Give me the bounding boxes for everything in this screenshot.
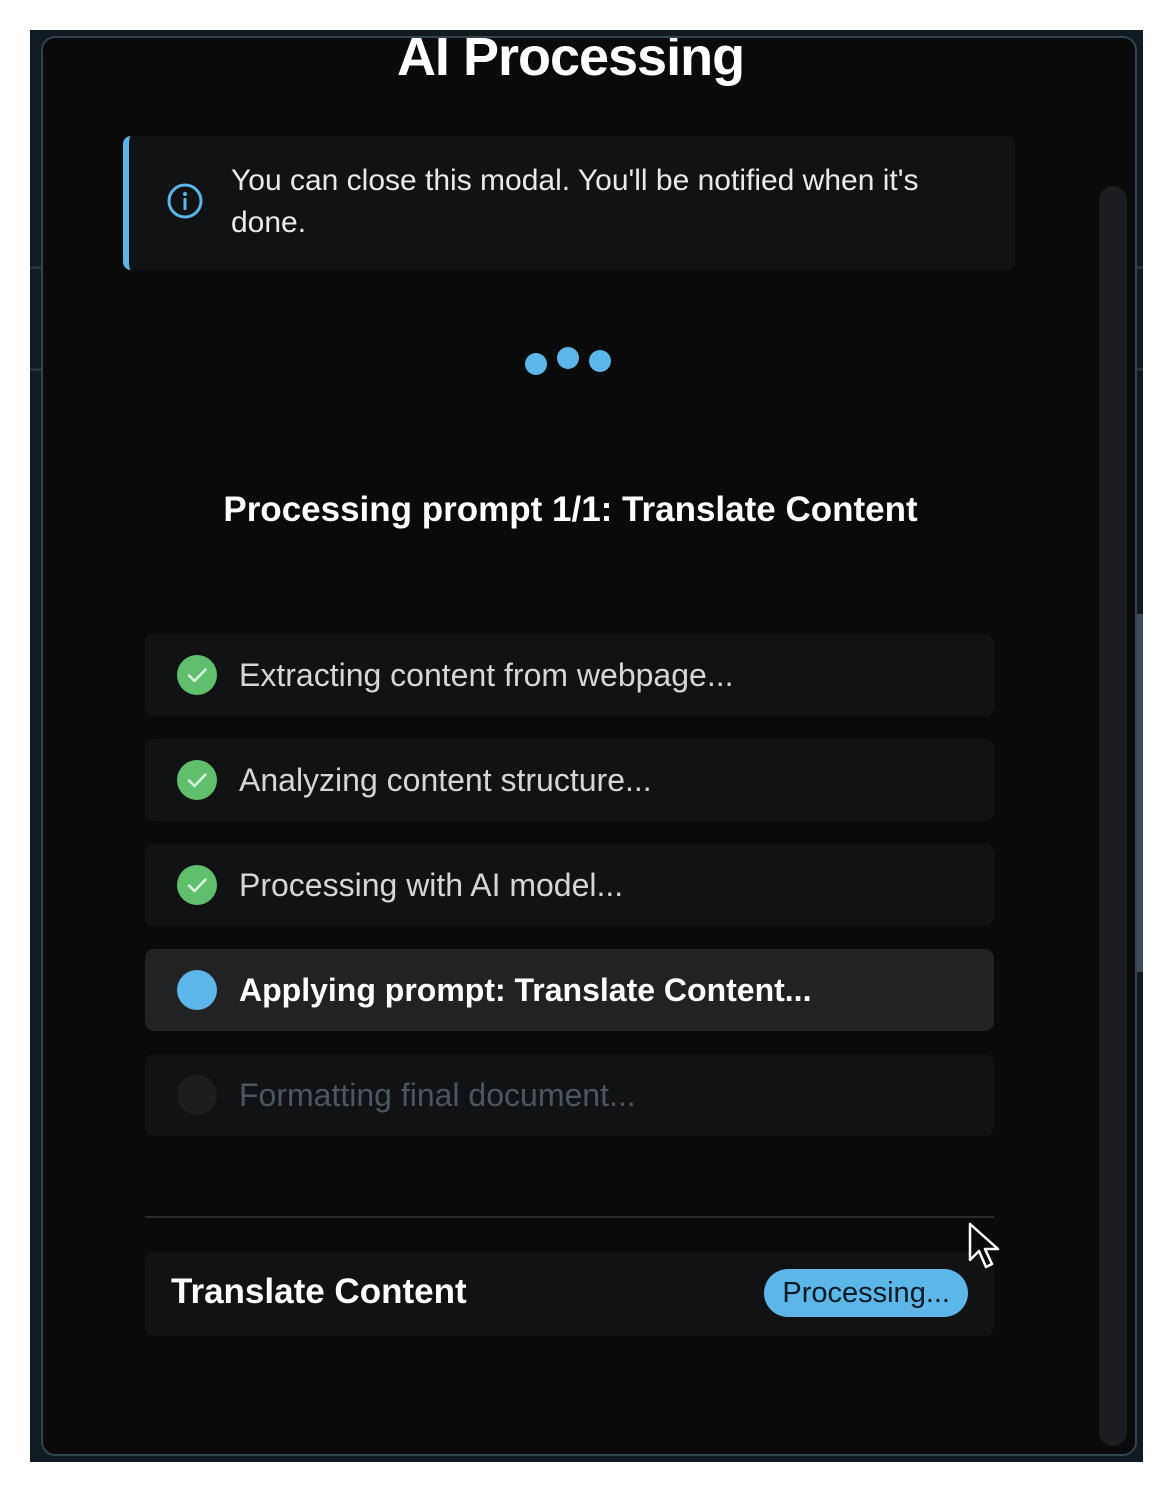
check-icon xyxy=(177,655,217,695)
modal-title: AI Processing xyxy=(396,36,745,87)
status-heading: Processing prompt 1/1: Translate Content xyxy=(223,490,918,529)
step-item: Analyzing content structure... xyxy=(145,739,994,821)
step-label: Formatting final document... xyxy=(239,1077,636,1113)
check-icon xyxy=(177,865,217,905)
step-item: Processing with AI model... xyxy=(145,844,994,926)
loading-dot xyxy=(557,347,579,369)
loading-dots-icon xyxy=(523,344,623,375)
loading-dot xyxy=(589,350,611,372)
loading-dot xyxy=(525,353,547,375)
step-label: Processing with AI model... xyxy=(239,867,624,903)
task-name: Translate Content xyxy=(171,1272,467,1311)
step-item-active: Applying prompt: Translate Content... xyxy=(145,949,994,1031)
divider xyxy=(145,1216,994,1218)
step-item: Extracting content from webpage... xyxy=(145,634,994,716)
step-item-pending: Formatting final document... xyxy=(145,1054,994,1136)
task-row: Translate Content Processing... xyxy=(145,1252,994,1336)
info-alert: You can close this modal. You'll be noti… xyxy=(123,136,1015,270)
info-message: You can close this modal. You'll be noti… xyxy=(231,164,919,239)
active-step-icon xyxy=(177,970,217,1010)
mouse-cursor-icon xyxy=(968,1222,1000,1269)
step-label: Analyzing content structure... xyxy=(239,762,652,798)
step-label: Applying prompt: Translate Content... xyxy=(239,972,812,1008)
step-list: Extracting content from webpage... Analy… xyxy=(145,634,994,1159)
check-icon xyxy=(177,760,217,800)
info-circle-icon xyxy=(167,183,203,219)
scrollbar[interactable] xyxy=(1099,186,1127,1446)
pending-step-icon xyxy=(177,1075,217,1115)
step-label: Extracting content from webpage... xyxy=(239,657,734,693)
status-badge: Processing... xyxy=(764,1269,968,1317)
